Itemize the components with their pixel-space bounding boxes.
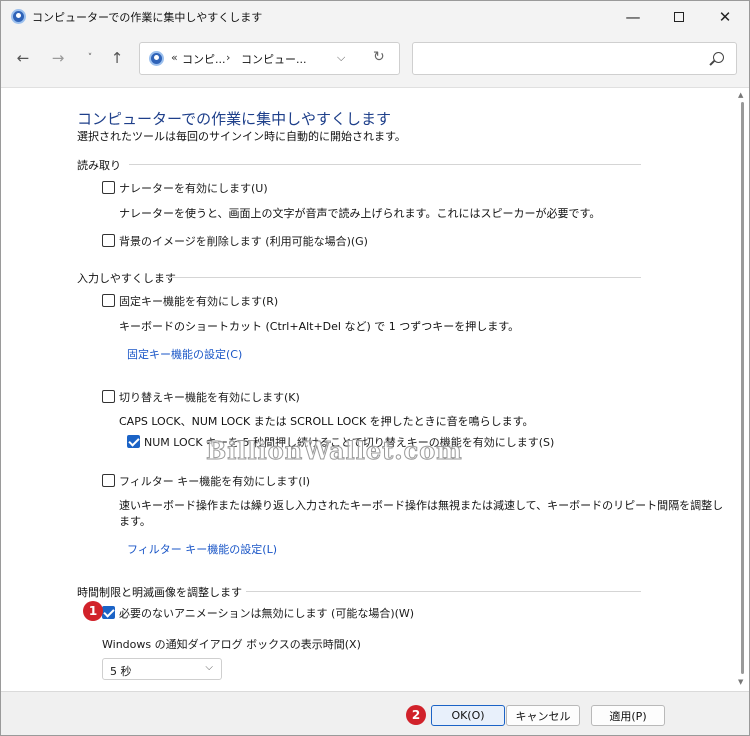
sticky-keys-label[interactable]: 固定キー機能を有効にします(R) [119, 293, 278, 309]
toggle-keys-shortcut-checkbox[interactable] [127, 435, 140, 448]
ok-button[interactable]: OK(O) [431, 705, 505, 726]
search-input[interactable] [412, 42, 737, 75]
disable-animations-label[interactable]: 必要のないアニメーションは無効にします (可能な場合)(W) [119, 605, 414, 621]
sticky-keys-checkbox[interactable] [102, 294, 115, 307]
filter-keys-description-line2: ます。 [119, 515, 151, 528]
dialog-footer: 2 OK(O) キャンセル 適用(P) [1, 691, 749, 735]
section-divider [166, 277, 641, 278]
search-icon[interactable] [713, 52, 724, 63]
content-pane: コンピューターでの作業に集中しやすくします 選択されたツールは毎回のサインイン時… [1, 87, 749, 691]
step-marker-1: 1 [83, 601, 103, 621]
toggle-keys-checkbox[interactable] [102, 390, 115, 403]
up-button[interactable]: ↑ [105, 46, 129, 70]
watermark-logo: BillionWallet.com [206, 436, 463, 466]
window-title: コンピューターでの作業に集中しやすくします [32, 11, 263, 24]
notification-duration-label: Windows の通知ダイアログ ボックスの表示時間(X) [102, 638, 361, 651]
control-panel-icon [149, 51, 164, 66]
close-button[interactable]: ✕ [702, 1, 748, 32]
narrator-label[interactable]: ナレーターを有効にします(U) [119, 180, 268, 196]
filter-keys-checkbox[interactable] [102, 474, 115, 487]
apply-button[interactable]: 適用(P) [591, 705, 665, 726]
breadcrumb-item-1[interactable]: コンピ... [182, 51, 226, 67]
chevron-down-icon: ⌵ [205, 662, 213, 673]
toggle-keys-label[interactable]: 切り替えキー機能を有効にします(K) [119, 389, 300, 405]
vertical-scrollbar[interactable]: ▲ ▼ [736, 88, 749, 691]
forward-button[interactable]: → [46, 46, 70, 70]
address-dropdown-icon[interactable]: ⌵ [337, 51, 345, 65]
breadcrumb-separator[interactable]: › [226, 51, 230, 64]
back-button[interactable]: ← [11, 46, 35, 70]
refresh-icon[interactable]: ↻ [373, 49, 385, 65]
navigation-bar: ← → ˅ ↑ « コンピ... › コンピュー... ⌵ ↻ [1, 32, 749, 87]
scroll-down-icon[interactable]: ▼ [738, 678, 743, 686]
cancel-button[interactable]: キャンセル [506, 705, 580, 726]
filter-keys-label[interactable]: フィルター キー機能を有効にします(I) [119, 473, 310, 489]
notification-duration-select[interactable]: 5 秒 ⌵ [102, 658, 222, 680]
remove-background-label[interactable]: 背景のイメージを削除します (利用可能な場合)(G) [119, 233, 368, 249]
section-heading-timing: 時間制限と明滅画像を調整します [77, 586, 242, 599]
section-divider [129, 164, 641, 165]
title-bar: コンピューターでの作業に集中しやすくします — ✕ [1, 1, 749, 32]
dialog-window: コンピューターでの作業に集中しやすくします — ✕ ← → ˅ ↑ « コンピ.… [0, 0, 750, 736]
scroll-up-icon[interactable]: ▲ [738, 91, 743, 99]
sticky-keys-description: キーボードのショートカット (Ctrl+Alt+Del など) で 1 つずつキ… [119, 320, 520, 333]
scroll-thumb[interactable] [741, 102, 744, 674]
address-bar[interactable]: « コンピ... › コンピュー... ⌵ ↻ [139, 42, 400, 75]
disable-animations-checkbox[interactable] [102, 606, 115, 619]
toggle-keys-description: CAPS LOCK、NUM LOCK または SCROLL LOCK を押したと… [119, 415, 534, 428]
notification-duration-value: 5 秒 [110, 665, 132, 678]
maximize-icon [674, 11, 684, 22]
page-title: コンピューターでの作業に集中しやすくします [77, 110, 391, 128]
page-subtitle: 選択されたツールは毎回のサインイン時に自動的に開始されます。 [77, 130, 406, 143]
minimize-button[interactable]: — [610, 1, 656, 32]
filter-keys-description-line1: 速いキーボード操作または繰り返し入力されたキーボード操作は無視または減速して、キ… [119, 499, 724, 512]
sticky-keys-settings-link[interactable]: 固定キー機能の設定(C) [127, 346, 242, 362]
step-marker-2: 2 [406, 705, 426, 725]
section-heading-reading: 読み取り [77, 159, 121, 172]
remove-background-checkbox[interactable] [102, 234, 115, 247]
section-divider [246, 591, 641, 592]
narrator-description: ナレーターを使うと、画面上の文字が音声で読み上げられます。これにはスピーカーが必… [119, 207, 601, 220]
ease-of-access-icon [11, 9, 26, 24]
breadcrumb-overflow[interactable]: « [171, 51, 178, 64]
recent-locations-button[interactable]: ˅ [78, 46, 102, 70]
section-heading-input: 入力しやすくします [77, 272, 176, 285]
breadcrumb-item-2[interactable]: コンピュー... [241, 51, 307, 67]
maximize-button[interactable] [656, 1, 702, 32]
narrator-checkbox[interactable] [102, 181, 115, 194]
filter-keys-settings-link[interactable]: フィルター キー機能の設定(L) [127, 541, 277, 557]
